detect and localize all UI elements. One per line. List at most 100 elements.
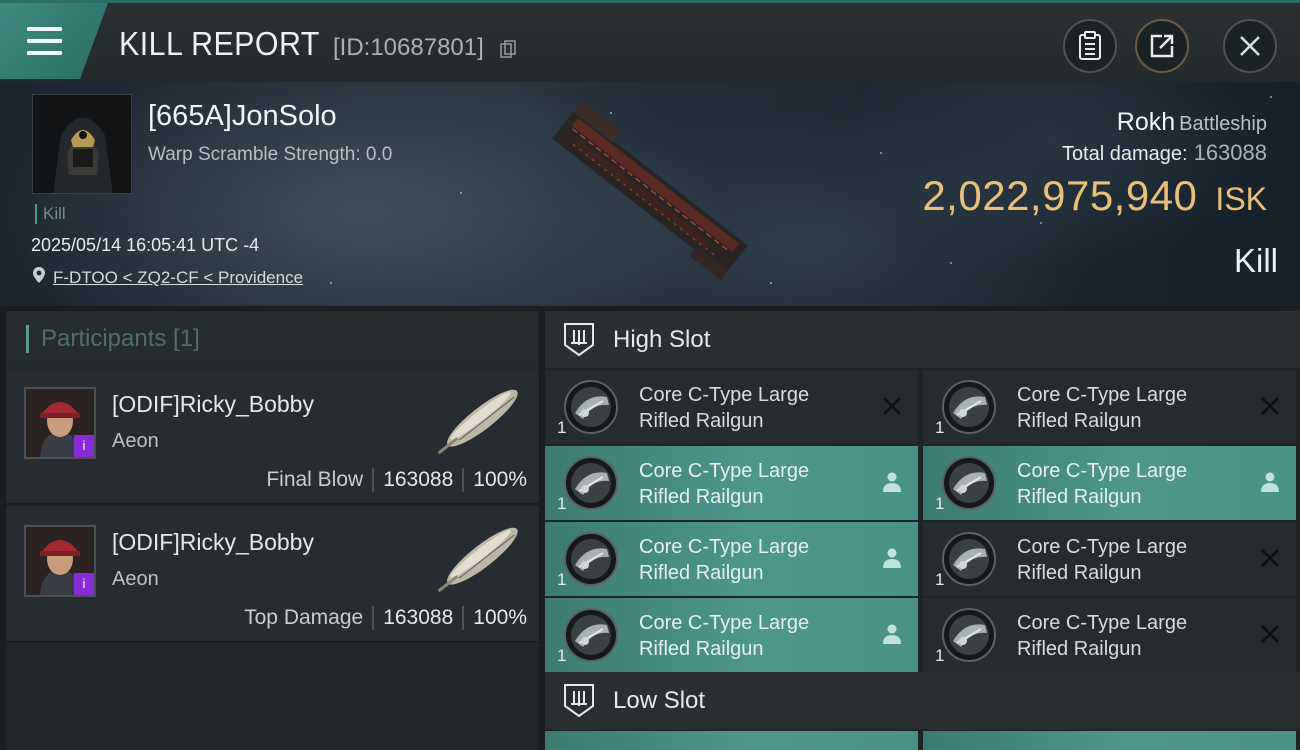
kill-timestamp: 2025/05/14 16:05:41 UTC -4 (31, 235, 260, 255)
ship-name[interactable]: Rokh (1117, 108, 1175, 136)
participant-stats: Top Damage 163088 100% (244, 606, 527, 630)
participant-damage: 163088 (383, 468, 454, 491)
railgun-icon (564, 380, 618, 434)
victim-avatar[interactable] (32, 94, 132, 194)
destroyed-x-icon (1261, 625, 1279, 643)
destroyed-x-icon (1261, 549, 1279, 567)
low-slot-module[interactable] (923, 731, 1296, 750)
victim-name[interactable]: [665A]JonSolo (148, 100, 337, 133)
share-icon (1150, 34, 1174, 58)
divider (372, 606, 375, 630)
clipboard-icon (1079, 31, 1101, 60)
high-slot-module[interactable]: 1 Core C-Type Large Rifled Railgun (923, 370, 1296, 444)
railgun-icon (564, 532, 618, 586)
high-slot-module[interactable]: 1 Core C-Type Large Rifled Railgun (923, 522, 1296, 596)
railgun-icon (942, 608, 996, 662)
high-slot-module[interactable]: 1 Core C-Type Large Rifled Railgun (545, 370, 918, 444)
pilot-icon (883, 548, 901, 568)
high-slot-title: High Slot (613, 326, 711, 353)
participants-title: Participants [1] (26, 325, 200, 353)
divider (462, 468, 465, 492)
menu-tab[interactable] (0, 3, 108, 79)
module-name-line1: Core C-Type Large (1017, 612, 1188, 634)
module-name-line2: Rifled Railgun (1017, 410, 1142, 432)
total-damage-value: 163088 (1193, 140, 1267, 165)
participant-ship: Aeon (112, 568, 159, 590)
high-slot-module[interactable]: 1 Core C-Type Large Rifled Railgun (545, 598, 918, 672)
module-name-line2: Rifled Railgun (639, 486, 764, 508)
participant-name[interactable]: [ODIF]Ricky_Bobby (112, 391, 314, 418)
high-slot-module[interactable]: 1 Core C-Type Large Rifled Railgun (923, 598, 1296, 672)
participant-percent: 100% (473, 468, 527, 491)
railgun-icon (942, 532, 996, 586)
isk-value: 2,022,975,940 (922, 172, 1198, 219)
participant-avatar[interactable]: i (24, 525, 96, 597)
isk-value-line: 2,022,975,940 ISK (922, 172, 1267, 220)
module-name-line1: Core C-Type Large (1017, 536, 1188, 558)
low-slot-modules (545, 731, 1300, 750)
participant-row[interactable]: i [ODIF]Ricky_Bobby Aeon Top Damage 1630… (6, 507, 539, 643)
location-pin-icon (33, 267, 45, 283)
railgun-icon (942, 456, 996, 510)
divider (462, 606, 465, 630)
participant-ship-image[interactable] (421, 377, 539, 463)
module-name-line1: Core C-Type Large (1017, 384, 1188, 406)
participant-percent: 100% (473, 606, 527, 629)
module-name: Core C-Type Large Rifled Railgun (1017, 458, 1257, 510)
isk-unit: ISK (1215, 181, 1267, 217)
victim-ship-image[interactable] (530, 102, 770, 282)
module-name-line2: Rifled Railgun (1017, 486, 1142, 508)
participant-role: Final Blow (266, 468, 364, 491)
railgun-icon (564, 456, 618, 510)
ship-class: Battleship (1179, 113, 1267, 135)
share-button[interactable] (1135, 19, 1189, 73)
low-slot-header: Low Slot (545, 672, 1300, 729)
total-damage-label: Total damage: (1061, 143, 1188, 165)
location-link[interactable]: F-DTOO < ZQ2-CF < Providence (53, 268, 303, 288)
copy-icon[interactable] (500, 40, 516, 58)
participant-ship-image[interactable] (421, 515, 539, 601)
module-name-line2: Rifled Railgun (639, 410, 764, 432)
total-damage: Total damage: 163088 (1062, 140, 1267, 166)
page-title: KILL REPORT (119, 25, 320, 62)
module-quantity: 1 (935, 646, 945, 665)
low-slot-module[interactable] (545, 731, 918, 750)
module-quantity: 1 (557, 570, 567, 589)
pilot-icon (883, 624, 901, 644)
high-slot-module[interactable]: 1 Core C-Type Large Rifled Railgun (545, 446, 918, 520)
participant-avatar[interactable]: i (24, 387, 96, 459)
participant-row[interactable]: i [ODIF]Ricky_Bobby Aeon Final Blow 1630… (6, 369, 539, 505)
clipboard-button[interactable] (1063, 19, 1117, 73)
module-name-line2: Rifled Railgun (639, 638, 764, 660)
participant-role: Top Damage (244, 606, 364, 629)
module-name: Core C-Type Large Rifled Railgun (639, 534, 879, 586)
high-slot-module[interactable]: 1 Core C-Type Large Rifled Railgun (545, 522, 918, 596)
module-name: Core C-Type Large Rifled Railgun (1017, 382, 1257, 434)
pilot-icon (1261, 472, 1279, 492)
module-quantity: 1 (557, 418, 567, 437)
destroyed-x-icon (1261, 397, 1279, 415)
module-name: Core C-Type Large Rifled Railgun (639, 458, 879, 510)
close-icon (1240, 36, 1260, 56)
result-label: Kill (1233, 242, 1278, 279)
module-name-line2: Rifled Railgun (639, 562, 764, 584)
module-name: Core C-Type Large Rifled Railgun (1017, 534, 1257, 586)
participant-stats: Final Blow 163088 100% (266, 468, 527, 492)
report-id: [ID:10687801] (333, 34, 484, 61)
module-name: Core C-Type Large Rifled Railgun (1017, 610, 1257, 662)
low-slot-icon (564, 684, 594, 718)
high-slot-header: High Slot (545, 311, 1300, 368)
module-name-line1: Core C-Type Large (1017, 460, 1188, 482)
participant-ship: Aeon (112, 430, 159, 452)
module-name-line1: Core C-Type Large (639, 612, 810, 634)
module-name: Core C-Type Large Rifled Railgun (639, 382, 879, 434)
high-slot-module[interactable]: 1 Core C-Type Large Rifled Railgun (923, 446, 1296, 520)
close-button[interactable] (1223, 19, 1277, 73)
participant-name[interactable]: [ODIF]Ricky_Bobby (112, 529, 314, 556)
participants-header: Participants [1] (6, 311, 539, 367)
module-name: Core C-Type Large Rifled Railgun (639, 610, 879, 662)
module-name-line1: Core C-Type Large (639, 536, 810, 558)
destroyed-x-icon (883, 397, 901, 415)
participants-panel: Participants [1] i [ODIF]Ricky_Bobby Aeo… (6, 311, 539, 750)
hamburger-menu-icon[interactable] (27, 27, 62, 55)
